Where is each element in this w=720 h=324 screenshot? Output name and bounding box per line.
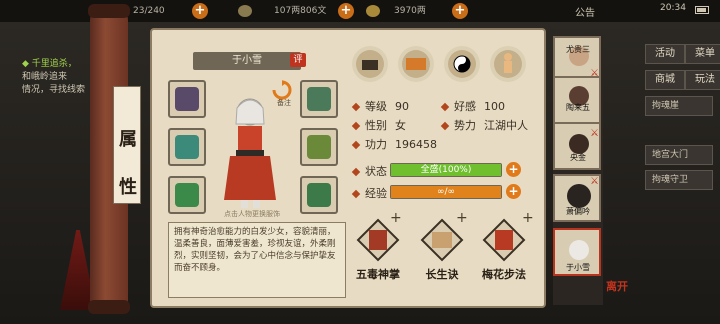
scroll-icon[interactable] xyxy=(398,46,434,82)
tattoo-icon[interactable] xyxy=(352,46,388,82)
roster-card-2[interactable] xyxy=(553,76,601,124)
stat-favor: 好感 100 xyxy=(440,98,505,114)
power-value: 196458 xyxy=(395,138,437,151)
shop-button[interactable]: 商城 xyxy=(645,70,685,90)
longevity-scroll-icon[interactable] xyxy=(420,218,464,262)
status-bar: 全盛(100%) xyxy=(390,163,502,177)
equip-slot-ring[interactable] xyxy=(168,176,206,214)
yin-yang-icon[interactable] xyxy=(444,46,480,82)
amulet-icon xyxy=(175,135,199,159)
exp-row: 经验 xyxy=(351,185,387,201)
roster-name-4: 萧偏吟 xyxy=(566,207,590,216)
equip-slot-helmet[interactable] xyxy=(300,80,338,118)
battery-icon xyxy=(695,6,709,14)
gender-value: 女 xyxy=(395,119,406,132)
favor-value: 100 xyxy=(484,100,505,113)
gold-display: 3970两 xyxy=(366,4,426,18)
armor-icon xyxy=(307,135,331,159)
diamond-icon xyxy=(440,102,450,112)
stat-faction: 势力 江湖中人 xyxy=(440,117,528,133)
boots-icon xyxy=(307,183,331,207)
battle-flag-icon: ⚔ xyxy=(590,176,599,187)
skill-3-name: 梅花步法 xyxy=(482,268,526,281)
scroll-rod-cap-bottom xyxy=(88,300,130,314)
goto-guard-button[interactable]: 拘魂守卫 xyxy=(645,170,713,190)
favor-label: 好感 xyxy=(454,100,476,113)
palm-scroll-icon[interactable] xyxy=(356,218,400,262)
jade-ring-icon xyxy=(175,183,199,207)
battle-flag-icon: ⚔ xyxy=(590,128,599,139)
diamond-icon xyxy=(351,189,361,199)
money-icon xyxy=(238,4,252,17)
hat-icon xyxy=(307,87,331,111)
power-label: 功力 xyxy=(365,138,387,151)
clock: 20:34 xyxy=(660,3,686,13)
gold-value: 3970两 xyxy=(394,6,426,16)
stamina-value: 23/240 xyxy=(133,6,165,16)
close-panel-button[interactable]: 离开 xyxy=(606,278,628,294)
roster-name-5: 于小雪 xyxy=(566,263,590,272)
announcement-button[interactable]: 公告 xyxy=(575,4,595,19)
battle-flag-icon: ⚔ xyxy=(590,68,599,79)
skill-2-name: 长生诀 xyxy=(425,268,459,281)
status-text: 全盛(100%) xyxy=(420,165,472,175)
restore-status-button[interactable]: + xyxy=(506,162,521,177)
gold-icon xyxy=(366,4,380,17)
faction-value: 江湖中人 xyxy=(484,119,528,132)
goto-underground-gate-button[interactable]: 地宫大门 xyxy=(645,145,713,165)
tab-char-2: 性 xyxy=(119,177,137,198)
whip-icon xyxy=(175,87,199,111)
equip-slot-weapon[interactable] xyxy=(168,80,206,118)
character-description: 拥有神奇治愈能力的白发少女，容貌清丽，温柔善良，面薄爱害羞，珍视友谊，外柔刚烈，… xyxy=(168,222,346,298)
activity-button[interactable]: 活动 xyxy=(645,44,685,64)
gameplay-button[interactable]: 玩法 xyxy=(685,70,720,90)
faction-label: 势力 xyxy=(454,119,476,132)
stat-gender: 性别女 xyxy=(351,117,406,133)
stat-power: 功力 196458 xyxy=(351,136,437,152)
stat-level: 等级 90 xyxy=(351,98,409,114)
game-screen: 23/240 + 107两806文 + 3970两 + 公告 20:34 ◆ 千… xyxy=(0,0,720,324)
add-stamina-button[interactable]: + xyxy=(192,3,208,19)
tab-char-1: 属 xyxy=(119,129,137,150)
add-money-button[interactable]: + xyxy=(338,3,354,19)
change-outfit-hint: 点击人物更换服饰 xyxy=(224,210,280,218)
add-exp-button[interactable]: + xyxy=(506,184,521,199)
diamond-icon xyxy=(351,167,361,177)
money-value: 107两806文 xyxy=(274,6,327,16)
gender-label: 性别 xyxy=(365,119,387,132)
roster-name-3: 央金 xyxy=(570,153,586,162)
roster-name-2: 陶来五 xyxy=(566,103,590,112)
equip-slot-armor[interactable] xyxy=(300,128,338,166)
exp-label: 经验 xyxy=(365,187,387,200)
menu-button[interactable]: 菜单 xyxy=(685,44,720,64)
diamond-icon xyxy=(351,102,361,112)
roster-name-1: 尤贵三 xyxy=(566,45,590,54)
add-gold-button[interactable]: + xyxy=(452,3,468,19)
character-name: 于小雪 xyxy=(193,52,301,70)
attribute-tab[interactable]: 属 性 xyxy=(113,86,141,204)
status-label: 状态 xyxy=(365,165,387,178)
money-display: 107两806文 xyxy=(238,4,326,18)
diamond-icon xyxy=(351,121,361,131)
exp-bar: ∞/∞ xyxy=(390,185,502,199)
exp-text: ∞/∞ xyxy=(436,187,456,197)
level-label: 等级 xyxy=(365,100,387,113)
skill-1-name: 五毒神掌 xyxy=(356,268,400,281)
evaluate-button[interactable]: 评 xyxy=(290,53,306,67)
level-value: 90 xyxy=(395,100,409,113)
status-row: 状态 xyxy=(351,163,387,179)
location-label: 拘魂崖 xyxy=(645,96,713,116)
diamond-icon xyxy=(351,140,361,150)
equip-slot-accessory[interactable] xyxy=(168,128,206,166)
change-outfit-label: 备注 xyxy=(277,99,291,107)
equip-slot-boots[interactable] xyxy=(300,176,338,214)
change-outfit-icon[interactable] xyxy=(272,80,292,100)
diamond-icon xyxy=(440,121,450,131)
character-portrait[interactable] xyxy=(210,90,290,210)
scroll-rod-cap-top xyxy=(88,4,130,18)
body-meridian-icon[interactable] xyxy=(490,46,526,82)
plum-step-scroll-icon[interactable] xyxy=(482,218,526,262)
